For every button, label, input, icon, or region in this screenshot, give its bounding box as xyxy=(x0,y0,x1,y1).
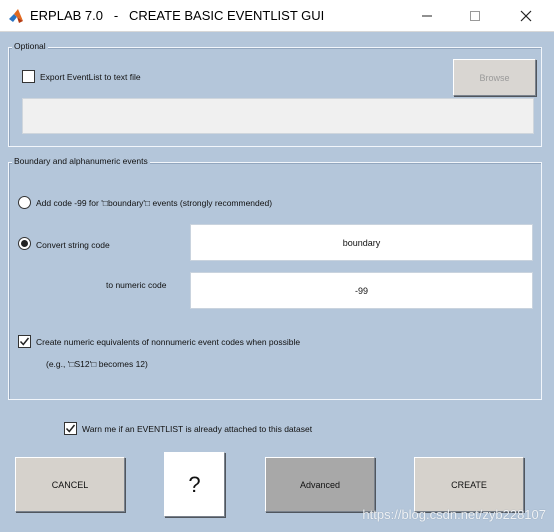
radio-selected-dot xyxy=(21,240,28,247)
numeric-code-input[interactable]: -99 xyxy=(190,272,533,309)
export-eventlist-checkbox[interactable] xyxy=(22,70,35,83)
numeric-equivalents-label: Create numeric equivalents of nonnumeric… xyxy=(36,337,301,347)
maximize-button[interactable] xyxy=(452,0,498,32)
convert-string-radio[interactable] xyxy=(18,237,31,250)
minimize-icon xyxy=(422,15,432,17)
advanced-button[interactable]: Advanced xyxy=(265,457,375,512)
close-button[interactable] xyxy=(503,0,549,32)
matlab-logo-icon xyxy=(9,9,23,23)
warn-eventlist-checkbox[interactable] xyxy=(64,422,77,435)
browse-button[interactable]: Browse xyxy=(453,59,536,96)
add-code-radio[interactable] xyxy=(18,196,31,209)
add-code-radio-label: Add code -99 for '□boundary'□ events (st… xyxy=(36,198,273,208)
warn-eventlist-label: Warn me if an EVENTLIST is already attac… xyxy=(82,424,313,434)
maximize-icon xyxy=(470,11,480,21)
boundary-panel-legend: Boundary and alphanumeric events xyxy=(12,156,150,166)
optional-panel-legend: Optional xyxy=(12,41,48,51)
convert-string-radio-label: Convert string code xyxy=(36,240,110,250)
export-file-path-field[interactable] xyxy=(22,98,534,134)
checkmark-icon xyxy=(19,337,30,346)
to-numeric-code-label: to numeric code xyxy=(106,280,167,290)
numeric-equivalents-example: (e.g., '□S12'□ becomes 12) xyxy=(46,359,148,369)
cancel-button[interactable]: CANCEL xyxy=(15,457,125,512)
watermark-text: https://blog.csdn.net/zyb228107 xyxy=(362,507,546,522)
export-eventlist-label: Export EventList to text file xyxy=(40,72,141,82)
close-icon xyxy=(520,10,532,22)
title-bar: ERPLAB 7.0 - CREATE BASIC EVENTLIST GUI xyxy=(0,0,554,32)
window-title: ERPLAB 7.0 - CREATE BASIC EVENTLIST GUI xyxy=(30,8,325,23)
checkmark-icon xyxy=(65,424,76,433)
help-button[interactable]: ? xyxy=(164,452,225,517)
numeric-equivalents-checkbox[interactable] xyxy=(18,335,31,348)
minimize-button[interactable] xyxy=(404,0,450,32)
string-code-input[interactable]: boundary xyxy=(190,224,533,261)
create-button[interactable]: CREATE xyxy=(414,457,524,512)
